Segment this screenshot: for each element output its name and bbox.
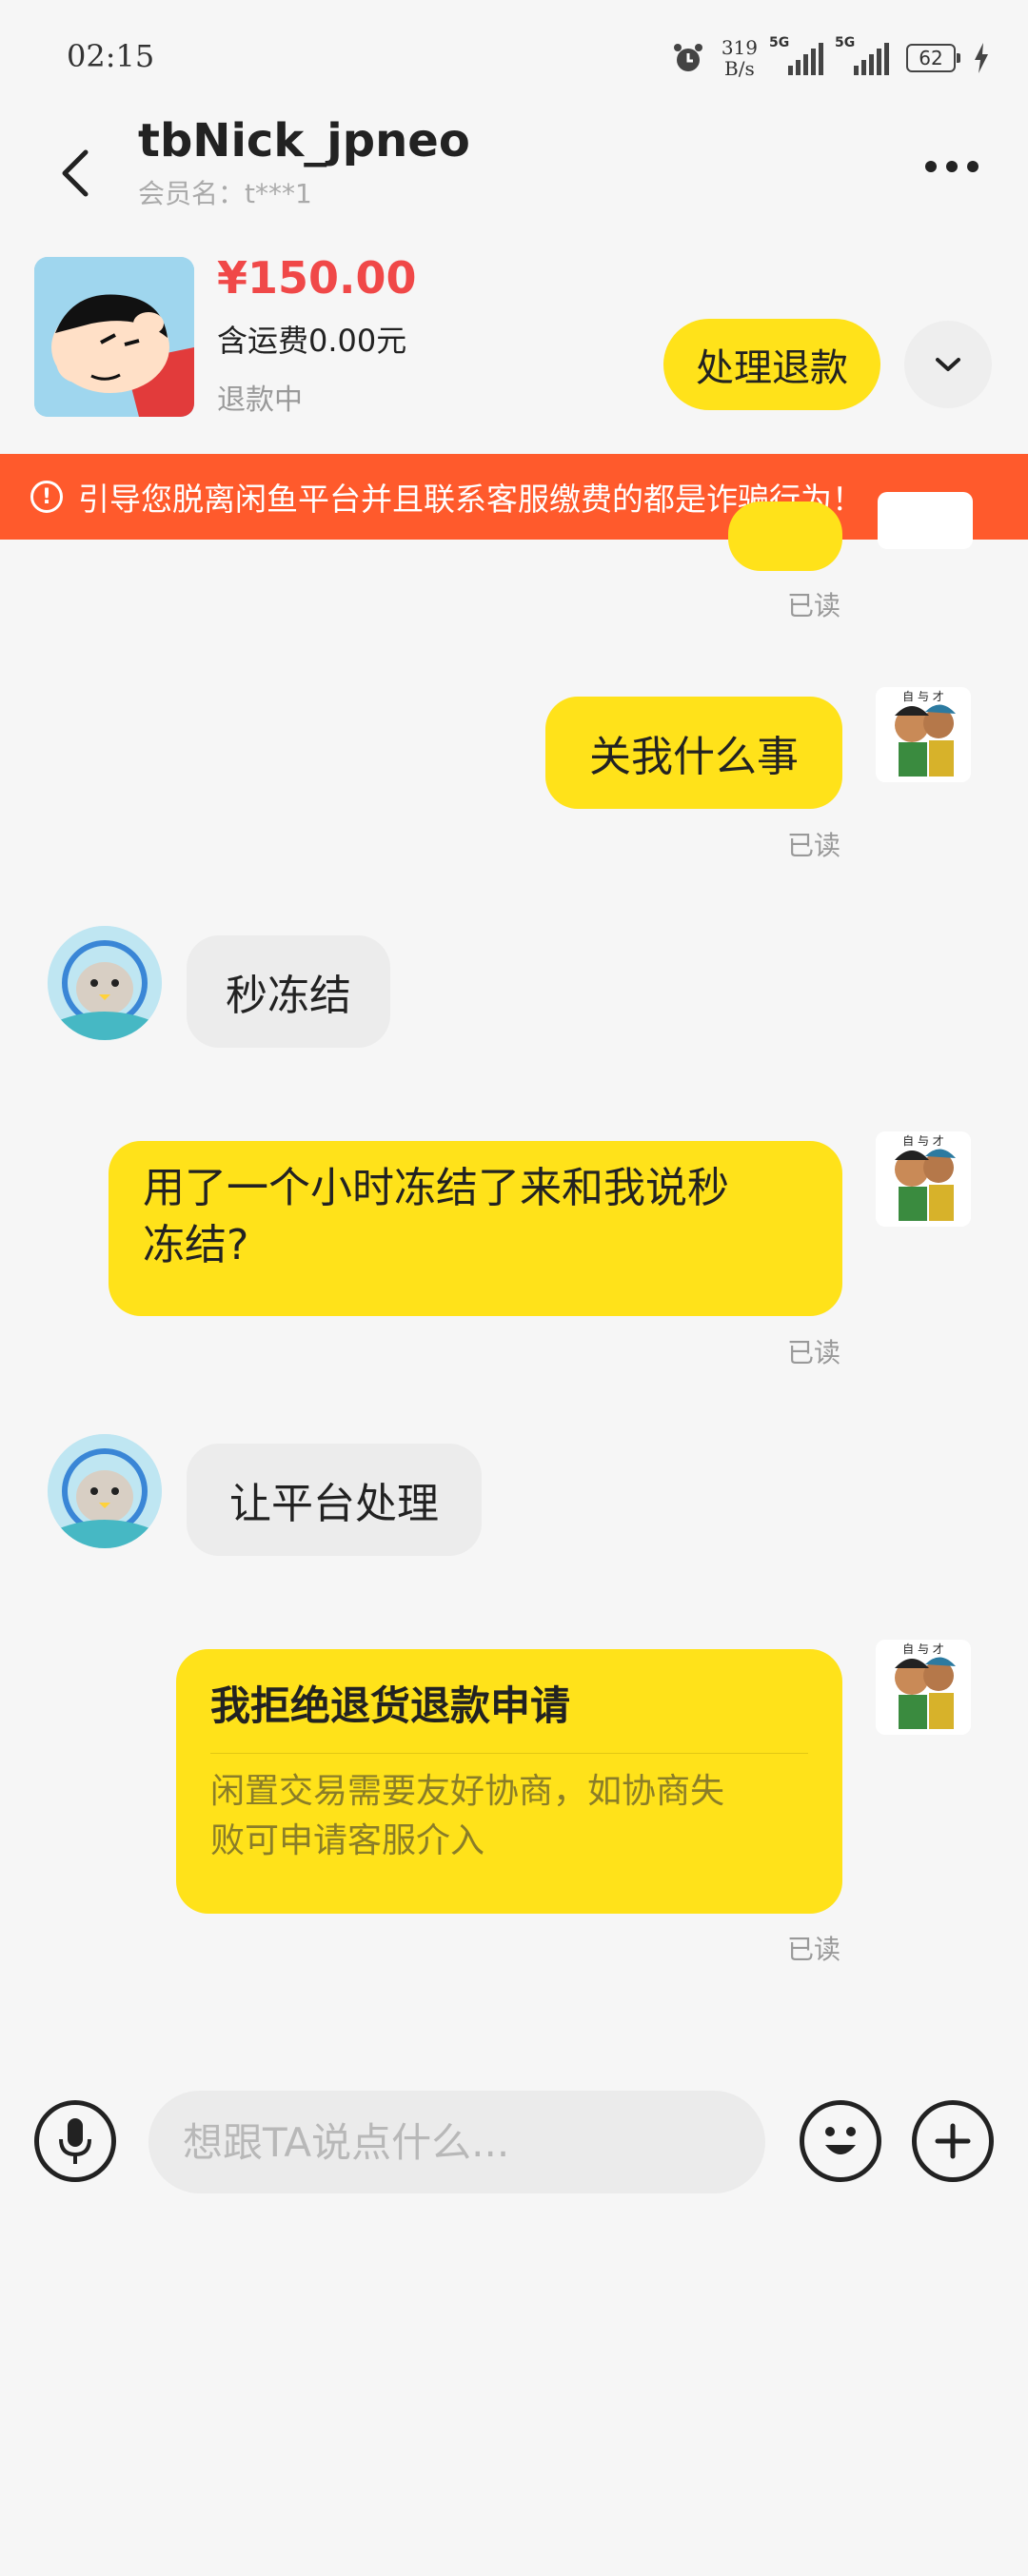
signal-icon: 5G	[769, 35, 823, 75]
fraud-warning-banner: ! 引导您脱离闲鱼平台并且联系客服缴费的都是诈骗行为！	[0, 454, 1028, 540]
status-icons: 319 B/s 5G 5G 62	[672, 35, 990, 80]
charging-bolt-icon	[975, 43, 988, 73]
more-dots-icon	[925, 161, 979, 172]
card-title: 我拒绝退货退款申请	[210, 1682, 571, 1729]
message-input-bar	[0, 2084, 1028, 2227]
chat-messages: 已读 关我什么事 自 与 才 已读 秒冻结 用了一个小时冻结了来和我说秒 冻结?	[0, 492, 1028, 2576]
microphone-icon	[59, 2118, 91, 2164]
member-name: 会员名：t***1	[138, 178, 312, 209]
more-button[interactable]	[914, 143, 990, 190]
net-speed-value: 319	[721, 36, 758, 59]
plus-icon	[935, 2123, 971, 2159]
message-text-line: 用了一个小时冻结了来和我说秒	[143, 1164, 729, 1212]
battery-icon: 62	[906, 44, 960, 72]
message-bubble-me[interactable]: 用了一个小时冻结了来和我说秒 冻结?	[109, 1141, 842, 1316]
message-bubble-other[interactable]: 让平台处理	[187, 1444, 482, 1556]
voice-button[interactable]	[34, 2100, 116, 2182]
net-speed-unit: B/s	[724, 57, 755, 80]
read-receipt: 已读	[787, 830, 841, 861]
chevron-down-icon	[936, 358, 960, 371]
refund-status: 退款中	[217, 383, 303, 417]
product-thumbnail[interactable]	[34, 257, 194, 417]
signal-label: 5G	[769, 35, 790, 50]
read-receipt: 已读	[787, 1337, 841, 1368]
message-text: 秒冻结	[226, 972, 351, 1020]
message-input-field[interactable]	[148, 2091, 765, 2193]
message-bubble-me[interactable]	[728, 501, 842, 571]
message-text: 关我什么事	[589, 733, 799, 781]
svg-text:自 与 才: 自 与 才	[902, 690, 944, 703]
shipping-info: 含运费0.00元	[217, 323, 407, 359]
svg-text:自 与 才: 自 与 才	[902, 1642, 944, 1656]
status-bar: 02:15 319 B/s 5G 5G 62	[0, 0, 1028, 114]
back-button[interactable]	[48, 133, 105, 209]
net-speed: 319 B/s	[722, 37, 758, 79]
message-input[interactable]	[148, 2091, 765, 2193]
chat-header: tbNick_jpneo 会员名：t***1	[0, 114, 1028, 238]
signal-label: 5G	[835, 35, 856, 50]
card-divider	[210, 1753, 808, 1754]
card-description: 闲置交易需要友好协商，如协商失 败可申请客服介入	[210, 1767, 808, 1866]
card-description-line: 闲置交易需要友好协商，如协商失	[210, 1772, 725, 1811]
read-receipt: 已读	[787, 1934, 841, 1965]
contact-avatar[interactable]	[48, 1434, 162, 1548]
alarm-icon	[673, 44, 702, 71]
read-receipt: 已读	[787, 590, 841, 621]
contact-avatar[interactable]	[48, 926, 162, 1040]
message-text: 让平台处理	[229, 1480, 439, 1528]
warning-circle-icon: !	[30, 481, 63, 513]
message-text-line: 冻结?	[143, 1221, 249, 1269]
my-avatar[interactable]: 自 与 才	[876, 687, 971, 782]
message-bubble-other[interactable]: 秒冻结	[187, 935, 390, 1048]
handle-refund-button[interactable]: 处理退款	[663, 319, 880, 410]
my-avatar[interactable]	[878, 492, 973, 549]
signal-icon: 5G	[835, 35, 889, 75]
my-avatar[interactable]: 自 与 才	[876, 1640, 971, 1735]
contact-nickname: tbNick_jpneo	[138, 114, 470, 167]
emoji-button[interactable]	[800, 2100, 881, 2182]
my-avatar[interactable]: 自 与 才	[876, 1131, 971, 1227]
emoji-icon	[825, 2127, 856, 2154]
product-card: ¥150.00 含运费0.00元 退款中 处理退款	[0, 252, 1028, 423]
svg-text:自 与 才: 自 与 才	[902, 1134, 944, 1148]
status-time: 02:15	[67, 38, 155, 74]
message-bubble-me[interactable]: 关我什么事	[545, 697, 842, 809]
card-description-line: 败可申请客服介入	[210, 1821, 485, 1860]
refund-refusal-card[interactable]: 我拒绝退货退款申请 闲置交易需要友好协商，如协商失 败可申请客服介入	[176, 1649, 842, 1914]
expand-button[interactable]	[904, 321, 992, 408]
product-price: ¥150.00	[217, 252, 417, 304]
back-arrow-icon	[62, 149, 89, 197]
add-button[interactable]	[912, 2100, 994, 2182]
